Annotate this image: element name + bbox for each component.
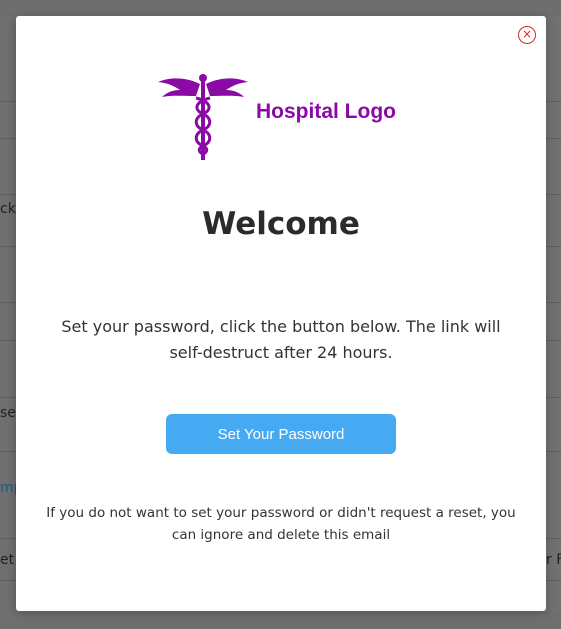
background-text: r F [546, 552, 561, 568]
background-text: ck [0, 201, 16, 217]
password-reset-modal: × Hospital Logo Welcome Set your passwor… [16, 16, 546, 611]
close-icon[interactable]: × [518, 26, 536, 44]
caduceus-icon [158, 74, 248, 160]
welcome-title: Welcome [202, 206, 360, 242]
instruction-message: Set your password, click the button belo… [61, 317, 501, 362]
set-password-button[interactable]: Set Your Password [166, 414, 396, 454]
ignore-notice: If you do not want to set your password … [46, 505, 516, 543]
background-text: et [0, 552, 15, 568]
background-right-strip [546, 16, 561, 611]
hospital-logo: Hospital Logo [156, 74, 416, 164]
background-topbar [0, 0, 561, 16]
logo-text: Hospital Logo [256, 100, 396, 123]
